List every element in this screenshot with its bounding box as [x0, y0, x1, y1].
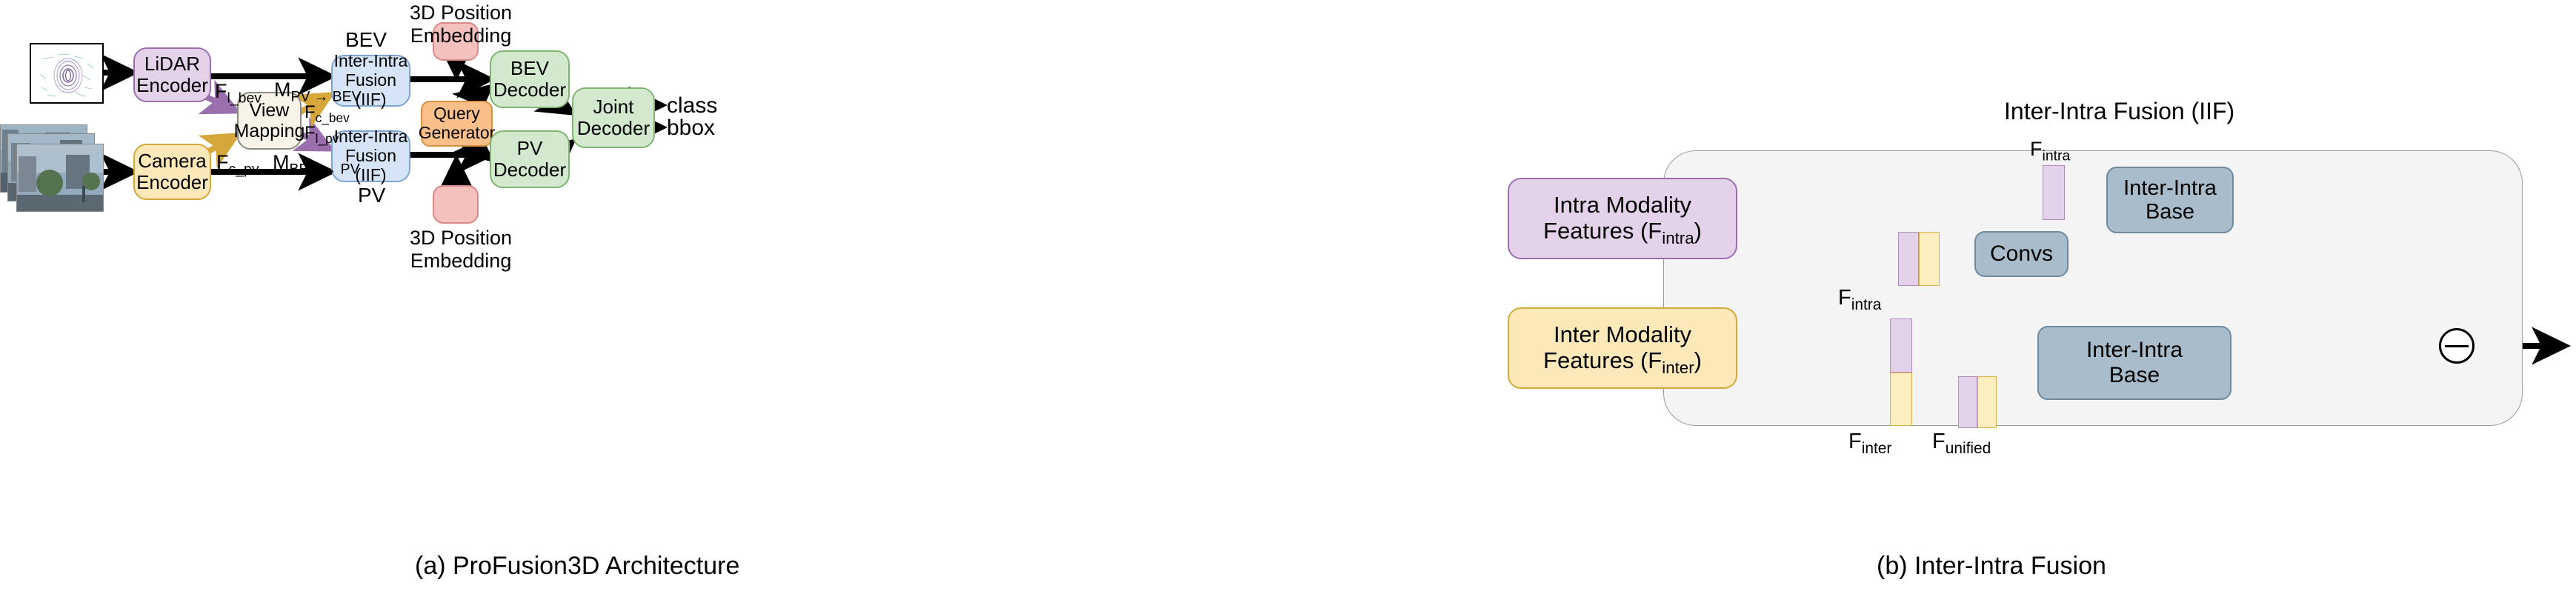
convs-label: Convs [1989, 241, 2054, 267]
intra-features-line2: Features (Fintra) [1543, 218, 1702, 248]
iib-bottom-line2: Base [2109, 363, 2160, 387]
iif-pv-label-line1: Inter-Intra [333, 127, 408, 147]
f-unified-base: F [1932, 430, 1946, 453]
f-intra-top-sub: intra [2042, 147, 2071, 164]
camera-encoder-label-line1: Camera [138, 149, 207, 172]
f-c-pv-sub: c_pv [228, 161, 259, 178]
feature-tile-inter-left [1890, 373, 1912, 426]
f-intra-left-base: F [1838, 286, 1851, 310]
pe-top-line2: Embedding [410, 24, 512, 47]
pv-decoder-label-line2: Decoder [493, 158, 567, 181]
feature-tile-intra-left [1890, 318, 1912, 373]
pv-decoder-block[interactable]: PV Decoder [490, 130, 570, 188]
f-unified-sub: unified [1945, 439, 1991, 457]
m-bev-pv-base: M [273, 151, 290, 173]
f-l-pv-label: Fl_pv [304, 123, 339, 144]
position-embedding-bottom-block[interactable] [433, 185, 479, 224]
query-generator-label-line1: Query [433, 104, 480, 124]
camera-encoder-block[interactable]: Camera Encoder [133, 144, 211, 200]
bev-decoder-label-line2: Decoder [493, 79, 567, 101]
f-c-bev-label: Fc_bev [304, 102, 350, 124]
f-l-bev-label: Fl_bev [215, 80, 262, 107]
pv-decoder-label-line1: PV [516, 136, 543, 159]
f-intra-left-label: Fintra [1838, 286, 1882, 313]
inter-intra-base-bottom-block[interactable]: Inter-Intra Base [2037, 326, 2231, 400]
pe-bottom-line2: Embedding [410, 249, 512, 272]
inter-features-tail: ) [1694, 347, 1702, 373]
m-pv-to-bev-label: MPV → BEV [274, 79, 362, 104]
f-inter-label: Finter [1848, 430, 1892, 457]
bev-decoder-block[interactable]: BEV Decoder [490, 50, 570, 108]
feature-tile-unified-right [1977, 376, 1997, 428]
intra-features-sub: intra [1662, 229, 1694, 248]
bev-decoder-label-line1: BEV [510, 56, 550, 79]
lidar-encoder-block[interactable]: LiDAR Encoder [133, 47, 211, 102]
joint-decoder-block[interactable]: Joint Decoder [572, 87, 655, 148]
intra-features-line1: Intra Modality [1553, 192, 1692, 218]
lidar-bev-point-cloud-image [30, 43, 104, 104]
f-l-pv-base: F [304, 123, 316, 143]
output-class-label: class [667, 93, 718, 118]
inter-features-line1: Inter Modality [1553, 321, 1692, 348]
multi-camera-image-stack [0, 124, 111, 219]
f-l-pv-sub: l_pv [315, 130, 339, 146]
f-inter-base: F [1848, 430, 1862, 453]
f-l-bev-base: F [215, 80, 227, 102]
m-pv-bev-base: M [274, 79, 291, 101]
figure-root: LiDAR Encoder Camera Encoder View Mappin… [0, 0, 2576, 614]
f-l-bev-sub: l_bev [227, 90, 262, 107]
inter-intra-base-top-block[interactable]: Inter-Intra Base [2106, 167, 2234, 233]
intra-features-base: Features (F [1543, 218, 1663, 244]
f-intra-top-base: F [2030, 138, 2043, 160]
caption-panel-b: (b) Inter-Intra Fusion [1877, 552, 2106, 580]
inter-features-sub: inter [1662, 358, 1694, 378]
intra-features-tail: ) [1694, 218, 1702, 244]
m-bev-pv-sub: BEV → PV [289, 161, 360, 178]
camera-image-tile [16, 144, 104, 212]
pv-view-label: PV [358, 184, 386, 207]
iib-top-line1: Inter-Intra [2123, 176, 2217, 200]
caption-panel-a: (a) ProFusion3D Architecture [415, 552, 740, 580]
output-bbox-label: bbox [667, 116, 716, 140]
iib-bottom-line1: Inter-Intra [2086, 338, 2183, 363]
inter-features-base: Features (F [1543, 347, 1663, 373]
f-inter-sub: inter [1861, 439, 1892, 457]
feature-tile-intra-top [2043, 165, 2065, 220]
subtract-circle-operator-icon [2439, 328, 2475, 364]
lidar-encoder-label-line2: Encoder [136, 74, 208, 96]
inter-features-line2: Features (Finter) [1543, 347, 1702, 378]
position-embedding-top-label: 3D Position Embedding [410, 1, 512, 47]
f-intra-left-sub: intra [1851, 296, 1882, 313]
f-unified-label: Funified [1932, 430, 1991, 457]
f-c-pv-base: F [216, 151, 229, 173]
feature-tile-intra-stack-left [1898, 232, 1919, 286]
f-c-pv-label: Fc_pv [216, 151, 259, 178]
f-intra-top-label: Fintra [2030, 138, 2071, 164]
pe-bottom-line1: 3D Position [410, 227, 513, 249]
camera-encoder-label-line2: Encoder [136, 171, 208, 193]
panel-b-title: Inter-Intra Fusion (IIF) [2004, 98, 2235, 124]
iif-bev-label-line1: Inter-Intra [333, 51, 408, 71]
intra-modality-features-block[interactable]: Intra Modality Features (Fintra) [1508, 178, 1737, 259]
m-bev-to-pv-label: MBEV → PV [273, 151, 360, 178]
inter-modality-features-block[interactable]: Inter Modality Features (Finter) [1508, 307, 1737, 389]
f-c-bev-base: F [304, 102, 316, 122]
bev-view-label: BEV [345, 28, 387, 51]
query-generator-block[interactable]: Query Generator [418, 101, 496, 147]
query-generator-label-line2: Generator [418, 123, 496, 142]
joint-decoder-label-line2: Decoder [576, 117, 650, 139]
joint-decoder-label-line1: Joint [593, 95, 634, 118]
convs-block[interactable]: Convs [1974, 231, 2069, 277]
iib-top-line2: Base [2145, 200, 2195, 224]
position-embedding-bottom-label: 3D Position Embedding [410, 227, 512, 273]
feature-tile-inter-stack-right [1919, 232, 1940, 286]
lidar-encoder-label-line1: LiDAR [144, 52, 201, 75]
feature-tile-unified-left [1958, 376, 1977, 428]
view-mapping-label-line2: Mapping [233, 121, 305, 141]
pe-top-line1: 3D Position [410, 1, 513, 24]
